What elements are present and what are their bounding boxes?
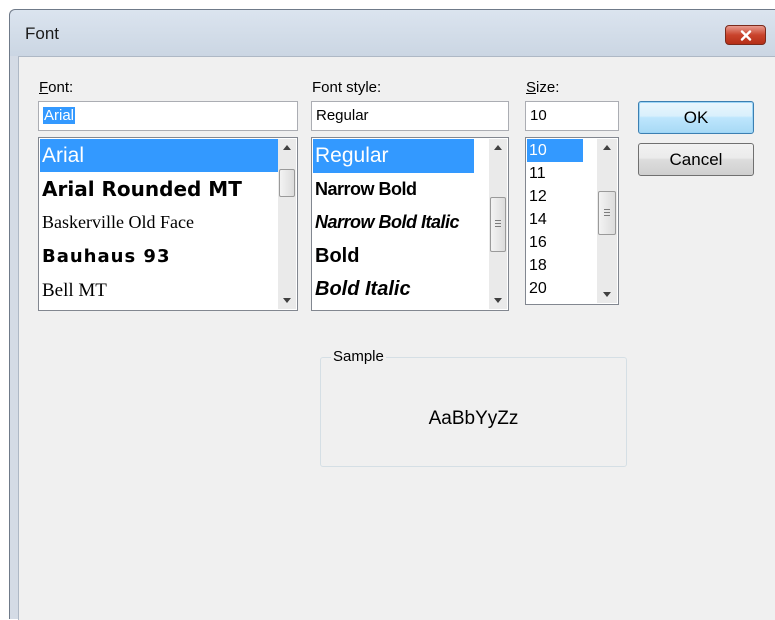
font-style-list-item[interactable]: Narrow Bold Italic bbox=[313, 206, 489, 239]
font-list-item[interactable]: Bauhaus 93 bbox=[40, 238, 278, 276]
window-title: Font bbox=[25, 24, 60, 43]
cancel-button[interactable]: Cancel bbox=[638, 143, 754, 176]
size-label-rest: ize: bbox=[536, 79, 560, 96]
size-list-item[interactable]: 16 bbox=[527, 231, 597, 254]
font-style-list[interactable]: Regular Narrow Bold Narrow Bold Italic B… bbox=[311, 137, 509, 311]
scroll-up-arrow[interactable] bbox=[597, 139, 617, 156]
title-bar[interactable]: Font bbox=[10, 10, 775, 56]
font-style-input-value: Regular bbox=[316, 107, 369, 124]
font-input-value: Arial bbox=[43, 107, 76, 124]
font-label-rest: ont: bbox=[48, 79, 74, 96]
sample-preview-text: AaBbYyZz bbox=[428, 408, 519, 429]
close-icon bbox=[740, 29, 751, 41]
size-list-item[interactable]: 10 bbox=[527, 139, 583, 162]
font-list-item[interactable]: Arial Rounded MT bbox=[40, 172, 278, 206]
size-label: Size: bbox=[526, 79, 559, 96]
font-style-list-item[interactable]: Narrow Bold bbox=[313, 173, 489, 206]
size-list-scrollbar[interactable] bbox=[597, 139, 617, 303]
size-input-value: 10 bbox=[530, 107, 547, 124]
font-dialog: Font Font: Arial Arial Arial Rounded MT … bbox=[9, 9, 775, 620]
size-input[interactable]: 10 bbox=[525, 101, 619, 131]
size-list-item[interactable]: 12 bbox=[527, 185, 597, 208]
scroll-down-arrow[interactable] bbox=[278, 292, 296, 309]
size-label-mnemonic: S bbox=[526, 79, 537, 96]
font-style-input[interactable]: Regular bbox=[311, 101, 509, 131]
close-button[interactable] bbox=[725, 25, 766, 45]
arrow-up-icon bbox=[283, 145, 291, 150]
arrow-down-icon bbox=[283, 298, 291, 303]
dialog-body: Font: Arial Arial Arial Rounded MT Baske… bbox=[18, 56, 775, 620]
font-label: Font: bbox=[39, 79, 73, 96]
font-list-item[interactable]: Baskerville Old Face bbox=[40, 206, 278, 238]
size-list-item[interactable]: 14 bbox=[527, 208, 597, 231]
scroll-down-arrow[interactable] bbox=[489, 292, 507, 309]
font-style-list-item[interactable]: Bold Italic bbox=[313, 273, 489, 307]
font-style-list-item[interactable]: Bold bbox=[313, 239, 489, 273]
scroll-down-arrow[interactable] bbox=[597, 286, 617, 303]
font-list-scrollbar[interactable] bbox=[278, 139, 296, 309]
scroll-thumb[interactable] bbox=[279, 169, 295, 197]
font-style-list-scrollbar[interactable] bbox=[489, 139, 507, 309]
sample-group: Sample AaBbYyZz bbox=[320, 348, 627, 467]
arrow-down-icon bbox=[494, 298, 502, 303]
scroll-thumb[interactable] bbox=[490, 197, 506, 252]
font-style-list-item[interactable]: Regular bbox=[313, 139, 474, 173]
arrow-up-icon bbox=[603, 145, 611, 150]
scroll-thumb[interactable] bbox=[598, 191, 616, 235]
font-style-label: Font style: bbox=[312, 79, 382, 96]
ok-button[interactable]: OK bbox=[638, 101, 754, 134]
font-list[interactable]: Arial Arial Rounded MT Baskerville Old F… bbox=[38, 137, 298, 311]
scroll-up-arrow[interactable] bbox=[278, 139, 296, 156]
sample-label: Sample bbox=[331, 348, 386, 365]
size-list-item[interactable]: 11 bbox=[527, 162, 597, 185]
arrow-down-icon bbox=[603, 292, 611, 297]
font-input[interactable]: Arial bbox=[38, 101, 298, 131]
size-list[interactable]: 10 11 12 14 16 18 20 bbox=[525, 137, 619, 305]
arrow-up-icon bbox=[494, 145, 502, 150]
size-list-item[interactable]: 20 bbox=[527, 277, 597, 300]
scroll-up-arrow[interactable] bbox=[489, 139, 507, 156]
font-list-item[interactable]: Bell MT bbox=[40, 276, 278, 308]
size-list-item[interactable]: 18 bbox=[527, 254, 597, 277]
font-list-item[interactable]: Arial bbox=[40, 139, 278, 172]
font-label-mnemonic: F bbox=[39, 79, 49, 96]
